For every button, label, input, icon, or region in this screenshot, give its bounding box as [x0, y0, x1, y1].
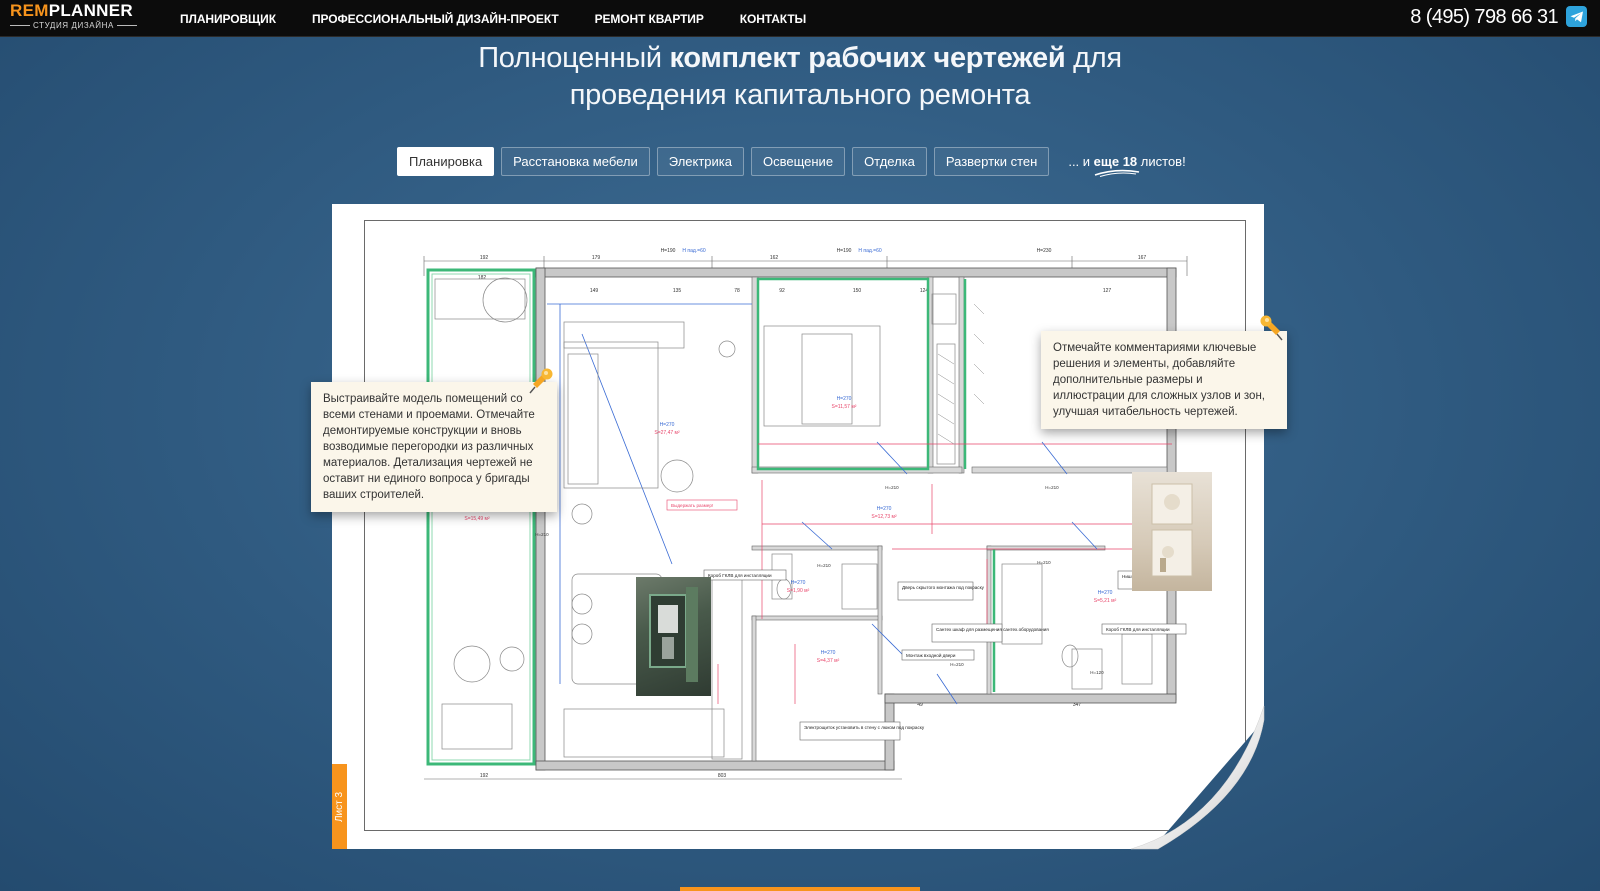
logo-wordmark: REMPLANNER — [10, 1, 133, 20]
nav-item-renovation[interactable]: РЕМОНТ КВАРТИР — [595, 12, 704, 26]
svg-text:H=210: H=210 — [885, 485, 899, 490]
svg-text:Сантех шкаф для размещения сан: Сантех шкаф для размещения сантех.оборуд… — [936, 627, 1049, 632]
nav-item-design-project[interactable]: ПРОФЕССИОНАЛЬНЫЙ ДИЗАЙН-ПРОЕКТ — [312, 12, 559, 26]
svg-text:H=210: H=210 — [817, 563, 831, 568]
svg-text:179: 179 — [592, 255, 601, 261]
svg-text:S=4,37 м²: S=4,37 м² — [817, 658, 840, 664]
svg-text:803: 803 — [718, 773, 727, 779]
comment-note-walls: Выстраивайте модель помещений со всеми с… — [311, 382, 557, 512]
svg-text:H=120: H=120 — [1090, 670, 1104, 675]
logo[interactable]: REMPLANNER СТУДИЯ ДИЗАЙНА — [10, 1, 137, 30]
svg-text:78: 78 — [734, 288, 740, 294]
svg-text:H=210: H=210 — [1045, 485, 1059, 490]
tab-layout[interactable]: Планировка — [397, 147, 495, 176]
phone-number[interactable]: 8 (495) 798 66 31 — [1410, 4, 1558, 30]
svg-text:162: 162 — [770, 255, 779, 261]
svg-text:127: 127 — [1103, 288, 1112, 294]
sheet-number-tab: Лист 3 — [332, 764, 347, 849]
installation-photo — [636, 577, 711, 696]
svg-text:H=230: H=230 — [1037, 248, 1052, 254]
tab-electrics[interactable]: Электрика — [656, 147, 744, 176]
svg-text:S=5,21 м²: S=5,21 м² — [1094, 598, 1117, 604]
svg-text:H=270: H=270 — [1098, 590, 1113, 596]
svg-text:H пад.=60: H пад.=60 — [682, 248, 705, 254]
nav-item-planner[interactable]: ПЛАНИРОВЩИК — [180, 12, 276, 26]
svg-text:S=11,57 м²: S=11,57 м² — [832, 404, 857, 410]
tab-furniture[interactable]: Расстановка мебели — [501, 147, 650, 176]
svg-text:H=270: H=270 — [837, 396, 852, 402]
svg-text:H=270: H=270 — [660, 422, 675, 428]
tile-niche-photo — [1132, 472, 1212, 591]
logo-tagline: СТУДИЯ ДИЗАЙНА — [10, 21, 137, 30]
svg-text:S=12,73 м²: S=12,73 м² — [871, 514, 897, 520]
main-menu: ПЛАНИРОВЩИК ПРОФЕССИОНАЛЬНЫЙ ДИЗАЙН-ПРОЕ… — [180, 0, 842, 37]
page-curl — [1131, 705, 1265, 850]
svg-text:H=270: H=270 — [791, 580, 806, 586]
svg-text:H=210: H=210 — [950, 662, 964, 667]
svg-text:135: 135 — [673, 288, 682, 294]
tab-wall-elevations[interactable]: Развертки стен — [933, 147, 1050, 176]
pushpin-icon — [1260, 315, 1283, 341]
svg-text:192: 192 — [480, 255, 489, 261]
nav-item-contacts[interactable]: КОНТАКТЫ — [740, 12, 807, 26]
svg-text:Выдержать размер!: Выдержать размер! — [671, 503, 713, 508]
svg-text:S=15,49 м²: S=15,49 м² — [464, 516, 490, 522]
svg-text:150: 150 — [853, 288, 862, 294]
svg-text:167: 167 — [1138, 255, 1147, 261]
svg-text:H=270: H=270 — [821, 650, 836, 656]
svg-text:182: 182 — [478, 275, 487, 281]
telegram-icon[interactable] — [1566, 6, 1587, 27]
more-sheets-link[interactable]: ... и еще 18 листов! — [1068, 154, 1186, 177]
top-navigation-bar: REMPLANNER СТУДИЯ ДИЗАЙНА ПЛАНИРОВЩИК ПР… — [0, 0, 1600, 37]
svg-text:H=190: H=190 — [837, 248, 852, 254]
svg-text:Монтаж входной двери: Монтаж входной двери — [906, 652, 956, 658]
bottom-accent-bar — [680, 887, 920, 891]
svg-text:S=27,47 м²: S=27,47 м² — [654, 430, 680, 436]
svg-text:92: 92 — [779, 288, 785, 294]
svg-text:H=190: H=190 — [661, 248, 676, 254]
svg-text:H=210: H=210 — [535, 532, 549, 537]
comment-note-annotations: Отмечайте комментариями ключевые решения… — [1041, 331, 1287, 429]
drawing-type-tabs: Планировка Расстановка мебели Электрика … — [397, 147, 1186, 177]
tab-lighting[interactable]: Освещение — [751, 147, 846, 176]
svg-text:H=210: H=210 — [1037, 560, 1051, 565]
svg-text:149: 149 — [590, 288, 599, 294]
swoosh-underline-icon — [1095, 169, 1140, 177]
svg-text:Короб ГКЛВ для инсталляции: Короб ГКЛВ для инсталляции — [1106, 627, 1170, 632]
svg-text:192: 192 — [480, 773, 489, 779]
page-title: Полноценный комплект рабочих чертежей дл… — [478, 42, 1122, 111]
drawing-sheet: 192 179 H=190 H пад.=60 162 H=190 H пад.… — [332, 204, 1264, 849]
svg-text:H=270: H=270 — [877, 506, 892, 512]
svg-text:H пад.=60: H пад.=60 — [858, 248, 881, 254]
pushpin-icon — [529, 368, 553, 394]
svg-text:Дверь скрытого монтажа под пок: Дверь скрытого монтажа под покраску — [902, 585, 985, 590]
svg-text:Короб ГКЛВ для инсталляции: Короб ГКЛВ для инсталляции — [708, 573, 772, 578]
svg-text:S=1,90 м²: S=1,90 м² — [787, 588, 810, 594]
tab-finishing[interactable]: Отделка — [852, 147, 927, 176]
floor-plan-drawing: 192 179 H=190 H пад.=60 162 H=190 H пад.… — [423, 248, 1193, 780]
svg-text:Электрощиток установить в стен: Электрощиток установить в стену с люком … — [804, 725, 925, 730]
